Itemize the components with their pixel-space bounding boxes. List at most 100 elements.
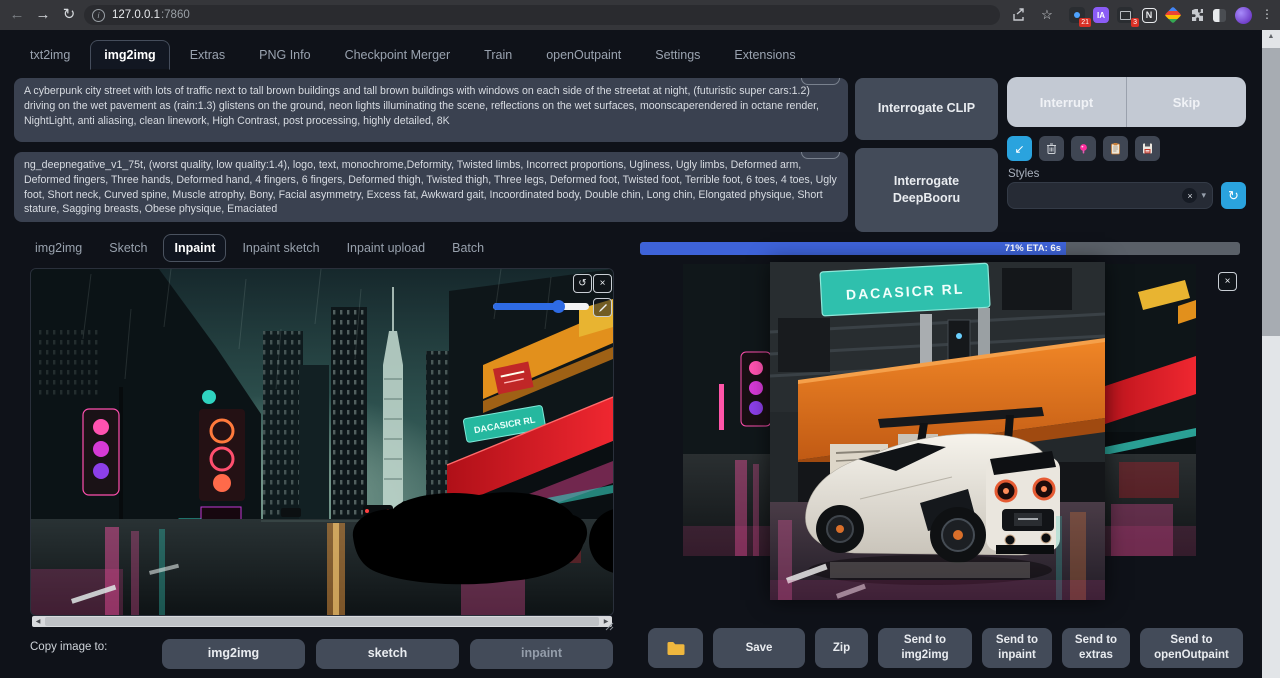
reload-icon[interactable]: ↻ bbox=[58, 3, 80, 25]
apply-style-button[interactable] bbox=[1103, 136, 1128, 161]
prompt-tool-buttons: ↙ bbox=[1007, 136, 1160, 161]
mode-tab-inpaint-sketch[interactable]: Inpaint sketch bbox=[231, 234, 330, 262]
negative-prompt-text: ng_deepnegative_v1_75t, (worst quality, … bbox=[24, 159, 837, 215]
brush-tool-button[interactable] bbox=[593, 298, 612, 317]
extension-ia-icon[interactable]: IA bbox=[1090, 4, 1112, 26]
floppy-disk-icon bbox=[1141, 142, 1154, 155]
main-tab-bar: txt2img img2img Extras PNG Info Checkpoi… bbox=[16, 40, 810, 70]
browser-chrome: ← → ↻ i 127.0.0.1 :7860 ☆ 21 IA 3 N bbox=[0, 0, 1280, 30]
bookmark-star-icon[interactable]: ☆ bbox=[1036, 4, 1058, 26]
extension-notion-icon[interactable]: N bbox=[1138, 4, 1160, 26]
canvas-horizontal-scrollbar[interactable]: ◀ ▶ bbox=[32, 616, 612, 627]
send-to-extras-button[interactable]: Send toextras bbox=[1062, 628, 1130, 668]
clipboard-icon bbox=[1109, 142, 1122, 155]
interrupt-button[interactable]: Interrupt bbox=[1007, 77, 1126, 127]
save-button[interactable]: Save bbox=[713, 628, 805, 668]
live-preview-image[interactable]: DACASICR RL bbox=[770, 262, 1105, 600]
page-scrollbar[interactable]: ▲ bbox=[1262, 30, 1280, 678]
mode-tab-inpaint-upload[interactable]: Inpaint upload bbox=[336, 234, 437, 262]
paste-params-button[interactable]: ↙ bbox=[1007, 136, 1032, 161]
negative-prompt-input[interactable]: ng_deepnegative_v1_75t, (worst quality, … bbox=[14, 152, 848, 222]
clear-image-button[interactable]: × bbox=[593, 274, 612, 293]
chevron-down-icon: ▾ bbox=[1201, 190, 1206, 201]
screen: ← → ↻ i 127.0.0.1 :7860 ☆ 21 IA 3 N bbox=[0, 0, 1280, 678]
brush-size-slider[interactable] bbox=[493, 303, 589, 310]
tab-checkpoint-merger[interactable]: Checkpoint Merger bbox=[331, 40, 465, 70]
prompt-token-counter: 0/75 bbox=[801, 78, 840, 85]
mode-tab-img2img[interactable]: img2img bbox=[24, 234, 93, 262]
extensions-puzzle-icon[interactable] bbox=[1186, 4, 1208, 26]
extension-capture-icon[interactable]: 3 bbox=[1114, 4, 1136, 26]
clear-styles-icon[interactable]: × bbox=[1182, 188, 1197, 203]
refresh-icon: ↻ bbox=[1228, 188, 1239, 204]
copy-to-img2img-button[interactable]: img2img bbox=[162, 639, 305, 669]
refresh-styles-button[interactable]: ↻ bbox=[1221, 182, 1246, 209]
mode-tab-sketch[interactable]: Sketch bbox=[98, 234, 158, 262]
styles-dropdown[interactable]: × ▾ bbox=[1007, 182, 1213, 209]
resize-grip[interactable] bbox=[604, 621, 614, 631]
palette-icon bbox=[1077, 142, 1090, 155]
prompt-input[interactable]: A cyberpunk city street with lots of tra… bbox=[14, 78, 848, 142]
negative-token-counter: 0/75 bbox=[801, 152, 840, 159]
copy-image-to-label: Copy image to: bbox=[30, 641, 107, 653]
url-bar[interactable]: i 127.0.0.1 :7860 bbox=[84, 5, 1000, 25]
open-folder-button[interactable] bbox=[648, 628, 703, 668]
zip-button[interactable]: Zip bbox=[815, 628, 868, 668]
brush-icon bbox=[598, 303, 608, 313]
close-preview-button[interactable]: × bbox=[1218, 272, 1237, 291]
tab-extensions[interactable]: Extensions bbox=[720, 40, 809, 70]
copy-to-inpaint-button[interactable]: inpaint bbox=[470, 639, 613, 669]
clear-prompt-button[interactable] bbox=[1039, 136, 1064, 161]
profile-avatar[interactable] bbox=[1232, 4, 1254, 26]
tab-img2img[interactable]: img2img bbox=[90, 40, 169, 70]
close-icon: × bbox=[1225, 276, 1231, 287]
send-to-img2img-button[interactable]: Send toimg2img bbox=[878, 628, 972, 668]
progress-bar: 71% ETA: 6s bbox=[640, 242, 1240, 255]
extension-colors-icon[interactable] bbox=[1162, 4, 1184, 26]
source-image: DACASICR RL bbox=[31, 269, 613, 615]
send-to-openoutpaint-button[interactable]: Send toopenOutpaint bbox=[1140, 628, 1243, 668]
share-icon[interactable] bbox=[1008, 4, 1030, 26]
tab-settings[interactable]: Settings bbox=[641, 40, 714, 70]
extension-darkmode-icon[interactable] bbox=[1208, 4, 1230, 26]
progress-fill: 71% ETA: 6s bbox=[640, 242, 1066, 255]
prompt-text: A cyberpunk city street with lots of tra… bbox=[24, 85, 819, 127]
interrogate-clip-button[interactable]: Interrogate CLIP bbox=[855, 78, 998, 140]
paste-arrow-icon: ↙ bbox=[1014, 142, 1024, 156]
output-actions: Save Zip Send toimg2img Send toinpaint S… bbox=[648, 628, 1243, 668]
tab-openoutpaint[interactable]: openOutpaint bbox=[532, 40, 635, 70]
interrogate-deepbooru-button[interactable]: Interrogate DeepBooru bbox=[855, 148, 998, 232]
undo-icon: ↺ bbox=[578, 278, 586, 289]
close-icon: × bbox=[600, 278, 606, 289]
mode-tab-batch[interactable]: Batch bbox=[441, 234, 495, 262]
send-to-inpaint-button[interactable]: Send toinpaint bbox=[982, 628, 1052, 668]
extension-adblock-icon[interactable]: 21 bbox=[1066, 4, 1088, 26]
skip-button[interactable]: Skip bbox=[1127, 77, 1246, 127]
img2img-mode-tabs: img2img Sketch Inpaint Inpaint sketch In… bbox=[24, 234, 495, 262]
tab-png-info[interactable]: PNG Info bbox=[245, 40, 324, 70]
tab-train[interactable]: Train bbox=[470, 40, 526, 70]
progress-label: 71% ETA: 6s bbox=[1005, 243, 1066, 254]
extra-networks-button[interactable] bbox=[1071, 136, 1096, 161]
brush-slider-fill bbox=[493, 303, 558, 310]
save-style-button[interactable] bbox=[1135, 136, 1160, 161]
forward-icon[interactable]: → bbox=[32, 3, 54, 25]
scroll-up-icon[interactable]: ▲ bbox=[1262, 30, 1280, 44]
folder-icon bbox=[666, 640, 686, 656]
interrupt-skip-group: Interrupt Skip bbox=[1007, 77, 1246, 127]
undo-button[interactable]: ↺ bbox=[573, 274, 592, 293]
trash-icon bbox=[1045, 142, 1058, 155]
url-host: 127.0.0.1 bbox=[112, 9, 160, 21]
back-icon[interactable]: ← bbox=[6, 3, 28, 25]
scrollbar-thumb[interactable] bbox=[45, 617, 599, 626]
copy-to-sketch-button[interactable]: sketch bbox=[316, 639, 459, 669]
scrollbar-thumb[interactable] bbox=[1262, 48, 1280, 336]
tab-txt2img[interactable]: txt2img bbox=[16, 40, 84, 70]
browser-menu-icon[interactable]: ⋮ bbox=[1256, 3, 1278, 25]
scroll-left-icon[interactable]: ◀ bbox=[32, 618, 44, 625]
mode-tab-inpaint[interactable]: Inpaint bbox=[163, 234, 226, 262]
tab-extras[interactable]: Extras bbox=[176, 40, 239, 70]
inpaint-canvas[interactable]: DACASICR RL bbox=[30, 268, 614, 616]
site-info-icon[interactable]: i bbox=[92, 9, 105, 22]
styles-label: Styles bbox=[1008, 168, 1039, 180]
